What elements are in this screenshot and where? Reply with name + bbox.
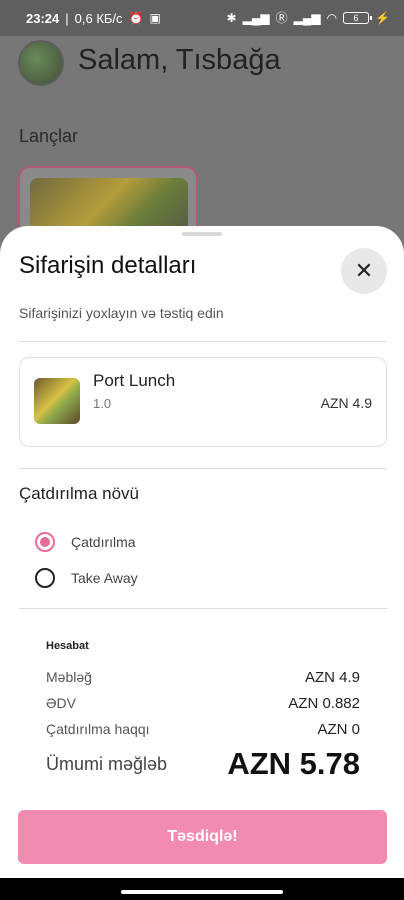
lunches-section-title: Lançlar: [19, 126, 79, 146]
sheet-drag-handle[interactable]: [182, 232, 222, 236]
summary-row: Çatdırılma haqqı AZN 0: [46, 716, 360, 742]
status-time: 23:24: [26, 10, 60, 26]
home-gesture-pill[interactable]: [121, 890, 283, 894]
radio-button[interactable]: [35, 532, 55, 552]
charging-icon: ⚡: [375, 11, 390, 25]
system-nav-bar: [0, 878, 404, 900]
network-speed: 0,6 КБ/с: [74, 10, 123, 26]
close-icon: ✕: [354, 258, 374, 283]
avatar[interactable]: [18, 40, 64, 86]
item-name: Port Lunch: [93, 371, 176, 390]
radio-label: Çatdırılma: [71, 534, 136, 550]
item-quantity: 1.0: [93, 396, 112, 411]
delivery-option-delivery[interactable]: Çatdırılma: [35, 532, 136, 552]
notification-icon: ▣: [149, 11, 161, 25]
summary-label: Çatdırılma haqqı: [46, 721, 150, 737]
confirm-button[interactable]: Təsdiqlə!: [18, 810, 387, 864]
summary-row: Məbləğ AZN 4.9: [46, 664, 360, 690]
delivery-option-takeaway[interactable]: Take Away: [35, 568, 138, 588]
item-price: AZN 4.9: [320, 395, 372, 411]
signal-icon: ▂▄▆: [242, 11, 270, 25]
order-details-sheet: [0, 226, 404, 886]
radio-button[interactable]: [35, 568, 55, 588]
divider: [19, 608, 387, 609]
roaming-icon: Ⓡ: [275, 11, 288, 25]
total-value: AZN 5.78: [227, 746, 360, 781]
summary-label: ƏDV: [46, 695, 76, 711]
delivery-type-title: Çatdırılma növü: [19, 484, 139, 503]
summary-row: ƏDV AZN 0.882: [46, 690, 360, 716]
greeting-title: Salam, Tısbağa: [78, 44, 281, 76]
bluetooth-icon: ✱: [226, 11, 237, 25]
signal-icon-2: ▂▄▆: [293, 11, 321, 25]
summary-value: AZN 0: [317, 720, 360, 738]
sheet-title: Sifarişin detalları: [19, 252, 197, 279]
divider: [19, 468, 387, 469]
battery-icon: 6: [343, 12, 373, 24]
order-summary: Hesabat Məbləğ AZN 4.9 ƏDV AZN 0.882 Çat…: [46, 640, 360, 782]
total-row: Ümumi məğləb AZN 5.78: [46, 746, 360, 782]
close-button[interactable]: ✕: [341, 248, 387, 294]
wifi-icon: ◠: [326, 11, 338, 25]
summary-value: AZN 4.9: [304, 668, 360, 686]
item-thumbnail: [34, 378, 80, 424]
total-label: Ümumi məğləb: [46, 753, 168, 774]
summary-label: Məbləğ: [46, 669, 92, 685]
summary-value: AZN 0.882: [288, 694, 360, 712]
sheet-subtitle: Sifarişinizi yoxlayın və təstiq edin: [19, 305, 224, 321]
summary-title: Hesabat: [46, 640, 89, 652]
order-item-card: Port Lunch 1.0 AZN 4.9: [19, 357, 387, 447]
alarm-icon: ⏰: [128, 11, 144, 25]
divider: [19, 341, 387, 342]
status-bar: 23:24 | 0,6 КБ/с ⏰ ▣ ✱ ▂▄▆ Ⓡ ▂▄▆ ◠ 6 ⚡: [0, 0, 404, 36]
radio-label: Take Away: [71, 570, 138, 586]
